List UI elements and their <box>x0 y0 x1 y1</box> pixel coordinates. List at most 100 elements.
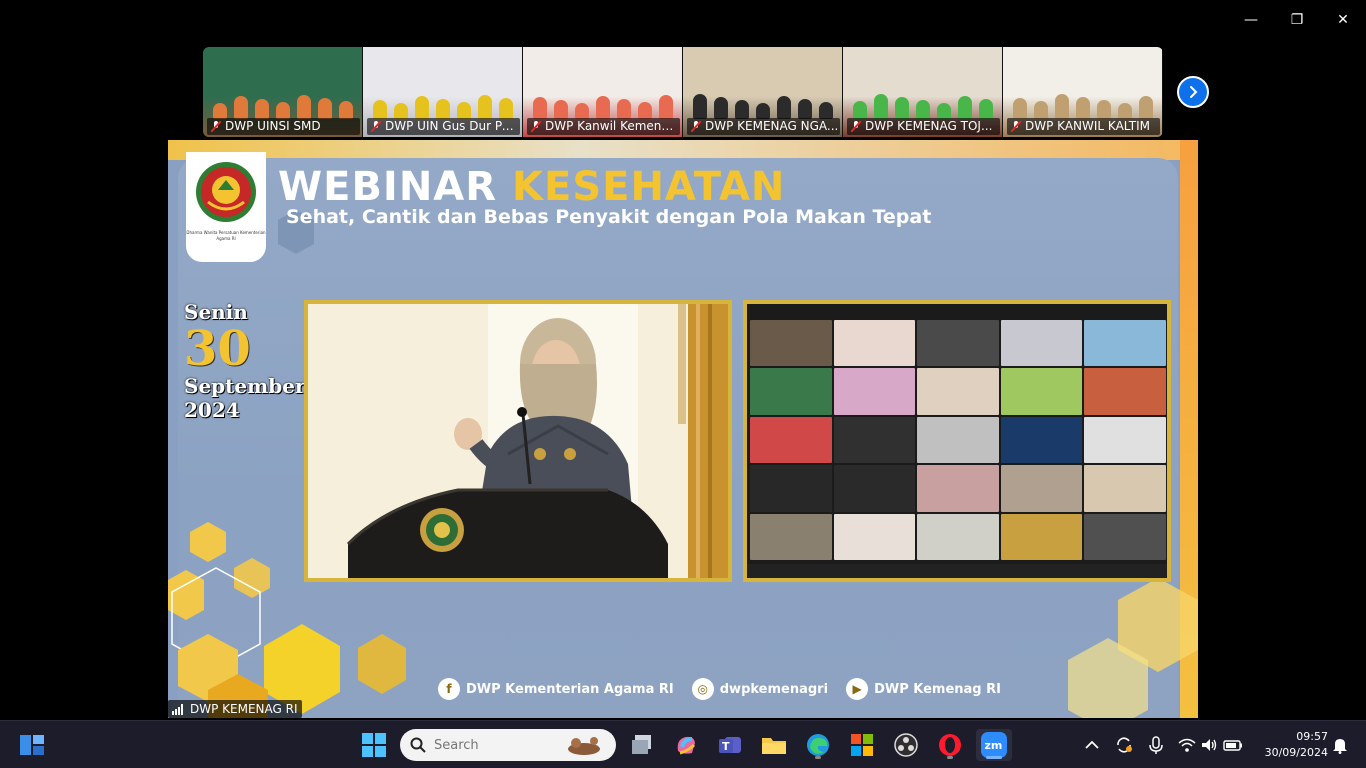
wifi-icon[interactable] <box>1178 736 1196 754</box>
restore-button[interactable]: ❐ <box>1274 0 1320 40</box>
title-accent: KESEHATAN <box>512 164 786 210</box>
chevron-up-icon[interactable] <box>1082 735 1102 755</box>
speaker-illustration <box>308 304 728 578</box>
file-explorer-icon[interactable] <box>758 729 790 761</box>
gallery-tile <box>1084 368 1166 415</box>
participant-people <box>523 89 682 119</box>
minimize-button[interactable]: — <box>1228 0 1274 40</box>
copilot-icon[interactable] <box>670 729 702 761</box>
social-label: dwpkemenagri <box>719 681 829 697</box>
svg-text:T: T <box>722 740 730 753</box>
participant-tile[interactable]: DWP KEMENAG TOJ... <box>843 47 1003 137</box>
gallery-tile <box>750 465 832 512</box>
volume-icon[interactable] <box>1200 736 1218 754</box>
participant-tile[interactable]: DWP UIN Gus Dur Pe... <box>363 47 523 137</box>
participant-tile[interactable]: DWP KEMENAG NGA... <box>683 47 843 137</box>
search-icon <box>410 737 426 753</box>
zoom-meeting-window: — ❐ ✕ DWP UINSI SMD DWP UIN Gus Dur Pe...… <box>0 0 1366 768</box>
running-indicator <box>947 756 953 759</box>
gallery-tile <box>917 320 999 367</box>
participant-people <box>203 89 362 119</box>
microphone-icon[interactable] <box>1146 735 1166 755</box>
gallery-tile <box>1084 465 1166 512</box>
participant-name-label: DWP Kanwil Kemena... <box>545 119 680 133</box>
gallery-tile <box>1084 320 1166 367</box>
zoom-icon[interactable]: zm <box>976 729 1012 761</box>
date-number: 30 <box>184 321 251 377</box>
active-speaker-name: DWP KEMENAG RI <box>168 700 302 718</box>
participant-tile[interactable]: DWP Kanwil Kemena... <box>523 47 683 137</box>
system-tray <box>1082 721 1244 768</box>
gallery-tile <box>833 320 916 367</box>
muted-mic-icon <box>691 121 701 132</box>
taskbar: T zm <box>0 720 1366 768</box>
clock-time: 09:57 <box>1296 730 1328 743</box>
gallery-tile <box>1084 513 1166 560</box>
gallery-tile <box>917 513 999 560</box>
shared-screen: Dharma Wanita Persatuan Kementerian Agam… <box>168 140 1198 718</box>
decor-band <box>168 140 1198 160</box>
participant-name-label: DWP KEMENAG NGA... <box>705 119 839 133</box>
task-view-icon[interactable] <box>626 729 658 761</box>
signal-icon <box>172 704 186 715</box>
participant-tile[interactable]: DWP KANWIL KALTIM <box>1003 47 1163 137</box>
start-icon[interactable] <box>358 729 390 761</box>
facebook-icon: f <box>438 678 460 700</box>
participant-name: DWP UINSI SMD <box>207 118 360 135</box>
obs-icon[interactable] <box>890 729 922 761</box>
chevron-right-icon <box>1190 86 1198 98</box>
dwp-emblem-icon <box>196 162 256 222</box>
search-input[interactable] <box>434 737 564 753</box>
gallery-tile <box>1000 416 1083 464</box>
store-icon[interactable] <box>846 729 878 761</box>
opera-icon[interactable] <box>934 729 966 761</box>
muted-mic-icon <box>1011 121 1021 132</box>
date-month: September <box>184 374 306 398</box>
youtube-icon: ▶ <box>846 678 869 700</box>
participant-people <box>843 89 1002 119</box>
sync-icon[interactable] <box>1114 735 1134 755</box>
close-button[interactable]: ✕ <box>1320 0 1366 40</box>
participant-people <box>363 89 522 119</box>
gallery-video <box>743 300 1171 582</box>
gallery-tile <box>833 416 916 464</box>
speaker-video <box>304 300 732 582</box>
gallery-tile <box>750 368 832 415</box>
event-date: Senin 30 September 2024 <box>184 300 306 422</box>
taskbar-search[interactable] <box>400 729 616 761</box>
gallery-tile <box>1084 416 1166 464</box>
participant-name-label: DWP UINSI SMD <box>225 119 321 133</box>
gallery-tile <box>750 513 832 560</box>
date-year: 2024 <box>184 398 240 422</box>
muted-mic-icon <box>211 121 221 132</box>
social-label: DWP Kementerian Agama RI <box>466 681 674 697</box>
teams-icon[interactable]: T <box>714 729 746 761</box>
slide-subtitle: Sehat, Cantik dan Bebas Penyakit dengan … <box>286 206 932 228</box>
notification-icon[interactable] <box>1330 729 1350 761</box>
gallery-tile <box>1000 513 1083 560</box>
edge-icon[interactable] <box>802 729 834 761</box>
gallery-tile <box>750 416 832 464</box>
next-page-button[interactable] <box>1177 76 1209 108</box>
clock[interactable]: 09:57 30/09/2024 <box>1256 729 1328 761</box>
participant-name-label: DWP KEMENAG TOJ... <box>865 119 993 133</box>
gallery-toolbar <box>747 564 1167 578</box>
muted-mic-icon <box>531 121 541 132</box>
widgets-icon[interactable] <box>16 729 48 761</box>
muted-mic-icon <box>371 121 381 132</box>
participant-tile[interactable]: DWP UINSI SMD <box>203 47 363 137</box>
gallery-tile <box>750 320 832 367</box>
social-link: ◎ dwpkemenagri <box>691 678 829 700</box>
battery-icon[interactable] <box>1222 736 1244 754</box>
social-link: f DWP Kementerian Agama RI <box>438 678 674 700</box>
decor-hexagons-right <box>1068 578 1198 718</box>
gallery-tile <box>1000 320 1083 367</box>
participant-name: DWP Kanwil Kemena... <box>527 118 680 135</box>
running-indicator <box>815 756 821 759</box>
participant-name: DWP UIN Gus Dur Pe... <box>367 118 520 135</box>
gallery-grid <box>750 320 1166 560</box>
logo-caption: Dharma Wanita Persatuan Kementerian Agam… <box>186 230 266 241</box>
search-highlight-icon <box>568 737 600 755</box>
title-main: WEBINAR <box>278 164 498 210</box>
gallery-tile <box>1000 465 1083 512</box>
